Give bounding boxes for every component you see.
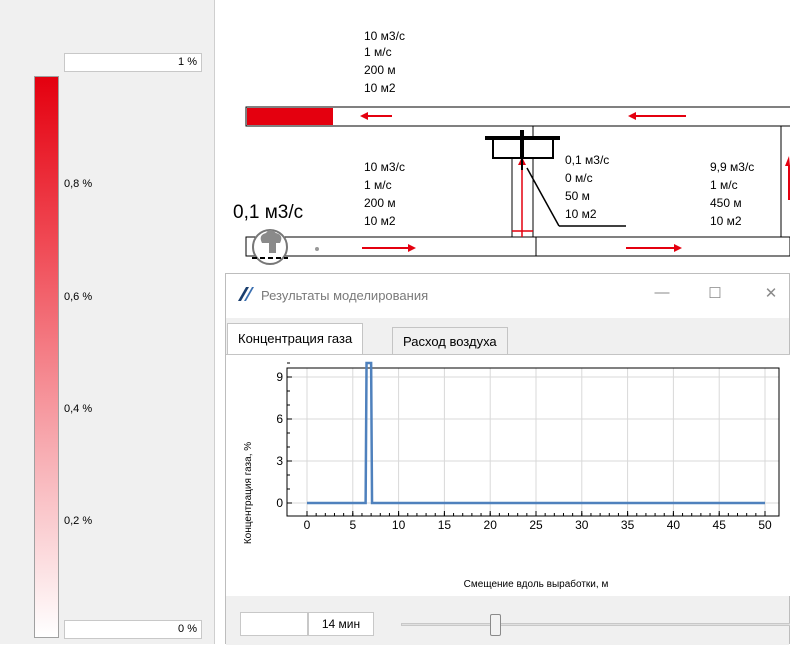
x-tick-label: 35 [621, 518, 635, 532]
close-button[interactable]: ✕ [761, 284, 781, 302]
y-tick-label: 0 [276, 496, 283, 510]
maximize-button[interactable]: ☐ [705, 284, 725, 302]
concentration-legend: 1 % 0,8 % 0,6 % 0,4 % 0,2 % 0 % [0, 0, 215, 644]
top-branch-length: 200 м [364, 63, 396, 77]
legend-tick: 0,4 % [64, 403, 93, 415]
x-tick-label: 20 [484, 518, 498, 532]
results-window[interactable]: Результаты моделирования — ☐ ✕ Концентра… [225, 273, 790, 645]
middle-branch-area: 10 м2 [565, 207, 597, 221]
legend-tick: 0,8 % [64, 178, 93, 190]
top-branch-area: 10 м2 [364, 81, 396, 95]
time-slider-track[interactable] [401, 623, 790, 626]
y-tick-label: 6 [276, 412, 283, 426]
plot-frame [286, 367, 780, 517]
x-tick-label: 40 [667, 518, 681, 532]
tab-gas-concentration[interactable]: Концентрация газа [227, 323, 364, 357]
x-tick-label: 0 [304, 518, 311, 532]
gas-fill [247, 108, 333, 125]
lower-left-drift[interactable] [245, 236, 537, 257]
middle-branch-velocity: 0 м/с [565, 171, 593, 185]
time-value: 14 мин [308, 612, 374, 636]
chart-x-axis-label: Смещение вдоль выработки, м [464, 578, 609, 590]
x-tick-label: 30 [575, 518, 589, 532]
app-icon [238, 287, 254, 301]
x-tick-label: 50 [758, 518, 772, 532]
right-branch-area: 10 м2 [710, 214, 742, 228]
window-title: Результаты моделирования [261, 288, 429, 303]
right-branch-velocity: 1 м/с [710, 178, 738, 192]
fan-duct [526, 167, 560, 227]
legend-max-value: 1 % [64, 53, 202, 72]
lower-branch-flow: 10 м3/с [364, 160, 405, 174]
x-tick-label: 45 [713, 518, 727, 532]
minimize-button[interactable]: — [652, 284, 672, 301]
tab-air-flow[interactable]: Расход воздуха [392, 327, 508, 357]
legend-gradient-bar [34, 76, 59, 638]
gas-source-flow: 0,1 м3/с [233, 202, 303, 223]
tab-strip: Концентрация газа Расход воздуха [226, 318, 789, 357]
chart-y-axis-label: Концентрация газа, % [243, 442, 254, 544]
top-branch-velocity: 1 м/с [364, 45, 392, 59]
x-tick-label: 10 [392, 518, 406, 532]
x-tick-label: 25 [529, 518, 543, 532]
x-tick-label: 15 [438, 518, 452, 532]
y-tick-label: 9 [276, 370, 283, 384]
lower-branch-length: 200 м [364, 196, 396, 210]
right-branch-length: 450 м [710, 196, 742, 210]
legend-min-value: 0 % [64, 620, 202, 639]
x-tick-label: 5 [349, 518, 356, 532]
lower-branch-velocity: 1 м/с [364, 178, 392, 192]
window-titlebar[interactable]: Результаты моделирования — ☐ ✕ [226, 274, 789, 318]
airflow-arrow-head [785, 156, 790, 166]
time-input-empty[interactable] [240, 612, 308, 636]
y-tick-label: 3 [276, 454, 283, 468]
lower-branch-area: 10 м2 [364, 214, 396, 228]
legend-tick: 0,6 % [64, 291, 93, 303]
ventilation-scheme[interactable]: 10 м3/с 1 м/с 200 м 10 м2 10 м3/с 1 м/с … [215, 0, 790, 275]
time-controls: 14 мин [226, 596, 790, 645]
right-branch-flow: 9,9 м3/с [710, 160, 754, 174]
concentration-chart: 0 5 10 15 20 25 30 35 40 45 50 0 3 6 9 Концентрация га… [243, 361, 780, 590]
middle-branch-flow: 0,1 м3/с [565, 153, 609, 167]
chart-panel: 0 5 10 15 20 25 30 35 40 45 50 0 3 6 9 Концентрация га… [226, 354, 790, 596]
legend-tick: 0,2 % [64, 515, 93, 527]
lower-right-drift[interactable] [535, 236, 790, 257]
top-branch-flow: 10 м3/с [364, 29, 405, 43]
time-slider-thumb[interactable] [489, 614, 501, 636]
middle-branch-length: 50 м [565, 189, 590, 203]
